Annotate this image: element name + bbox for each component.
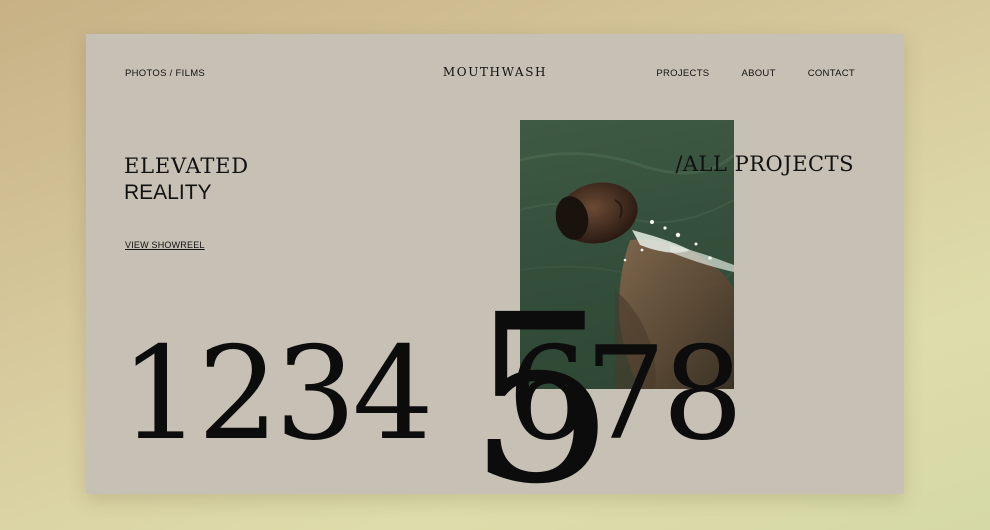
main-nav: PROJECTS ABOUT CONTACT — [656, 68, 855, 79]
project-number-1[interactable]: 1 — [120, 331, 201, 459]
project-number-8[interactable]: 8 — [662, 331, 743, 459]
all-projects-link[interactable]: /ALL PROJECTS — [675, 152, 854, 176]
project-number-5-active[interactable]: 5 — [468, 284, 616, 494]
hero-heading-line1: ELEVATED — [124, 154, 249, 178]
nav-about[interactable]: ABOUT — [741, 68, 775, 79]
project-number-4[interactable]: 4 — [352, 331, 433, 459]
website-frame: PHOTOS / FILMS MOUTHWASH PROJECTS ABOUT … — [86, 34, 904, 494]
project-number-2[interactable]: 2 — [197, 331, 278, 459]
nav-contact[interactable]: CONTACT — [808, 68, 855, 79]
view-showreel-link[interactable]: VIEW SHOWREEL — [125, 240, 205, 250]
hero-heading-line2: REALITY — [124, 181, 212, 204]
project-number-3[interactable]: 3 — [275, 331, 356, 459]
nav-projects[interactable]: PROJECTS — [656, 68, 709, 79]
project-number-list: 1 2 3 4 5 6 7 8 — [120, 331, 744, 459]
